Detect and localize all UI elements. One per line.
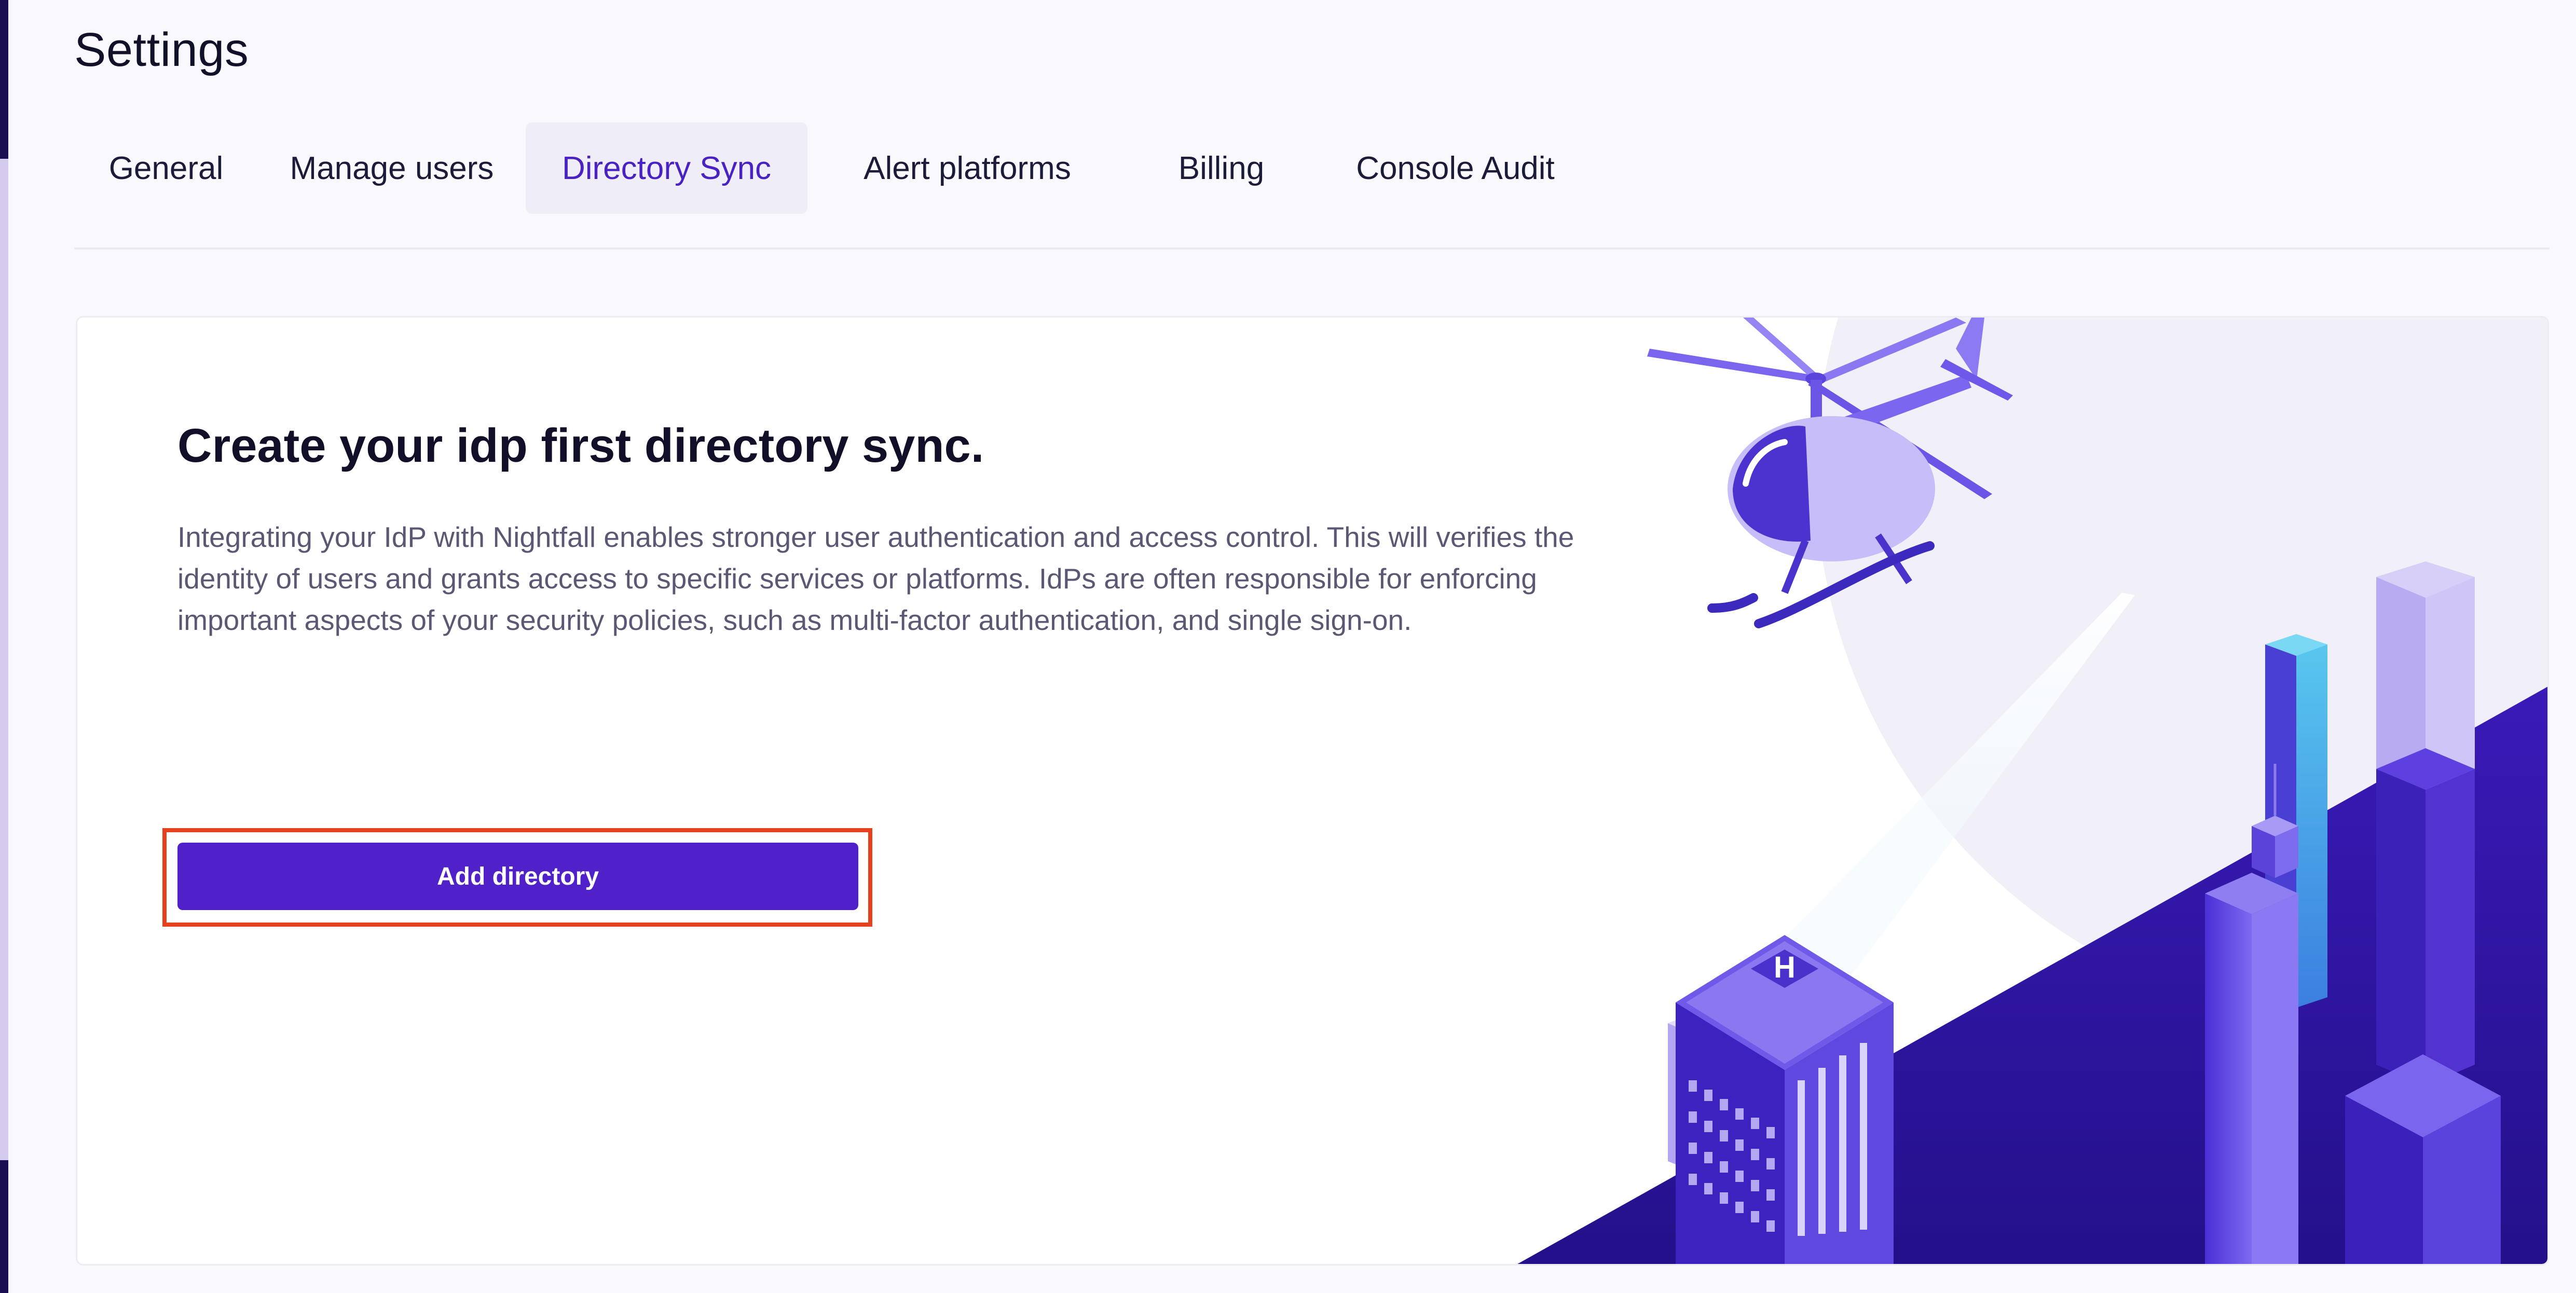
tab-console-audit[interactable]: Console Audit <box>1316 122 1595 214</box>
tab-billing[interactable]: Billing <box>1127 122 1316 214</box>
helipad-letter: H <box>1774 951 1796 984</box>
sidebar-edge <box>0 0 8 1293</box>
tab-alert-platforms[interactable]: Alert platforms <box>807 122 1127 214</box>
card-description: Integrating your IdP with Nightfall enab… <box>177 521 1574 636</box>
sidebar-edge-top <box>0 0 8 159</box>
settings-tabs: General Manage users Directory Sync Aler… <box>74 122 1595 214</box>
tabs-divider <box>74 247 2550 250</box>
helicopter-city-illustration: H <box>1517 318 2547 1264</box>
tab-manage-users[interactable]: Manage users <box>258 122 526 214</box>
building-right-dark <box>2376 748 2475 1085</box>
directory-sync-card: Create your idp first directory sync. In… <box>76 316 2549 1266</box>
building-low-right <box>2345 1054 2501 1264</box>
add-directory-button[interactable]: Add directory <box>177 843 858 910</box>
building-helipad: H <box>1676 935 1894 1264</box>
tab-directory-sync[interactable]: Directory Sync <box>526 122 807 214</box>
sidebar-edge-bottom <box>0 1160 8 1293</box>
page-title: Settings <box>74 23 249 76</box>
card-title: Create your idp first directory sync. <box>177 419 984 472</box>
tab-general[interactable]: General <box>74 122 258 214</box>
